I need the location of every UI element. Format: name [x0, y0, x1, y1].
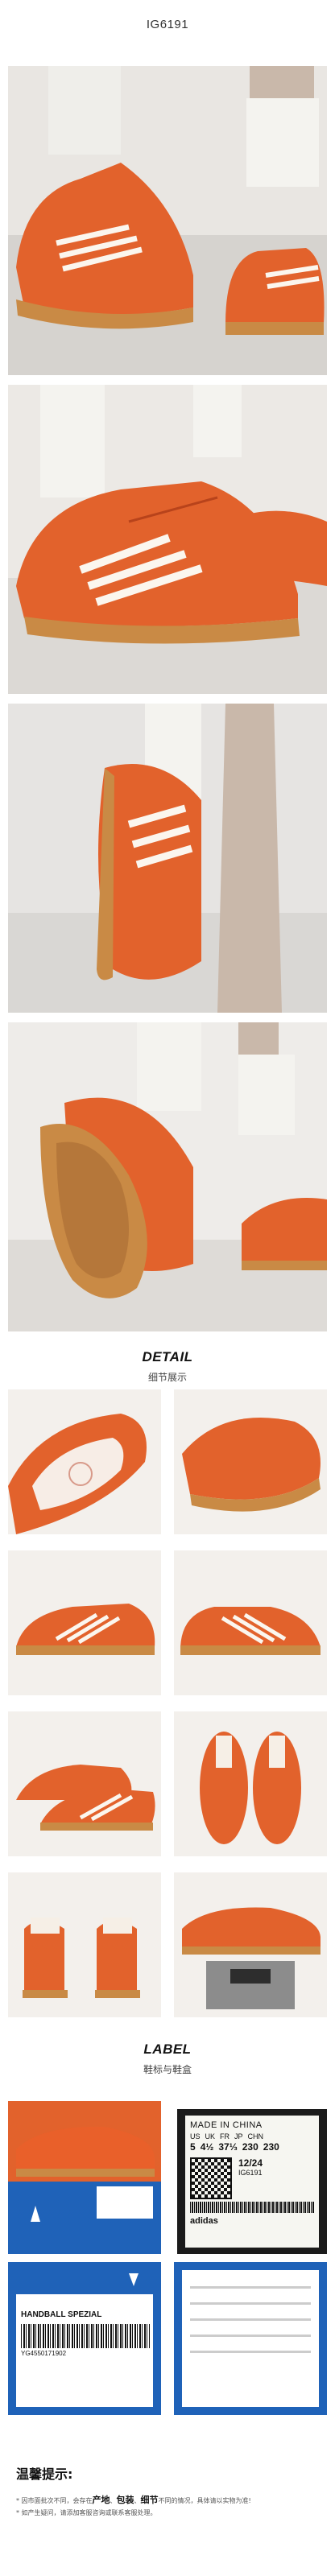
- notice-heading: 温馨提示:: [16, 2467, 73, 2482]
- notice-em-packaging: 包装: [116, 2495, 134, 2505]
- notice-line-2: * 如产生疑问，请添加客服咨询或联系客服处理。: [16, 2509, 157, 2516]
- detail-photo-insole: [8, 1389, 161, 1534]
- notice-em-details: 细节: [140, 2495, 159, 2505]
- detail-title-cn: 细节展示: [147, 1372, 187, 1383]
- notice-sep: 、: [110, 2497, 117, 2504]
- size-value: 230: [263, 2141, 279, 2153]
- detail-photo-side-left: [8, 1550, 161, 1695]
- size-header: US: [190, 2132, 201, 2140]
- notice-line-1-suffix: 不同的情况，具体请以实物为准!: [158, 2497, 251, 2504]
- size-value: 230: [242, 2141, 258, 2153]
- detail-photo-heels: [8, 1872, 161, 2017]
- product-photo-4: [8, 1022, 327, 1331]
- size-header: UK: [205, 2132, 216, 2140]
- size-header: JP: [234, 2132, 243, 2140]
- size-header: CHN: [247, 2132, 264, 2140]
- article-number: IG6191: [238, 2169, 263, 2177]
- label-title-cn: 鞋标与鞋盒: [143, 2064, 192, 2075]
- detail-photo-pair-top: [174, 1711, 327, 1856]
- label-title-en: LABEL: [143, 2041, 192, 2057]
- box-label-photo: HANDBALL SPEZIAL YG4550171902: [8, 2262, 161, 2415]
- qr-code-icon: [190, 2157, 232, 2199]
- notice-line-1: * 因市面批次不同，会存在产地、包装、细节不同的情况，具体请以实物为准!: [16, 2494, 322, 2507]
- detail-section-header: DETAIL 细节展示: [0, 1349, 335, 1384]
- label-section-header: LABEL 鞋标与鞋盒: [0, 2041, 335, 2076]
- size-value: 5: [190, 2141, 196, 2153]
- production-date: 12/24: [238, 2157, 263, 2169]
- size-value: 37⅓: [218, 2141, 238, 2153]
- barcode-graphic: [190, 2202, 314, 2213]
- box-photo-with-shoe: [8, 2101, 161, 2254]
- detail-title-en: DETAIL: [142, 1349, 193, 1364]
- box-product-name: HANDBALL SPEZIAL: [21, 2310, 102, 2319]
- shoe-tongue-label: MADE IN CHINA US UK FR JP CHN 5 4½ 37⅓ 2…: [177, 2109, 327, 2254]
- detail-photo-scale: [174, 1872, 327, 2017]
- notice-sep: 、: [134, 2497, 141, 2504]
- size-values: 5 4½ 37⅓ 230 230: [190, 2141, 314, 2153]
- detail-photo-pair-angle: [8, 1711, 161, 1856]
- detail-photo-side-right: [174, 1550, 327, 1695]
- size-headers: US UK FR JP CHN: [190, 2132, 314, 2140]
- product-code-title: IG6191: [146, 18, 189, 31]
- size-value: 4½: [200, 2141, 214, 2153]
- notice-line-1-prefix: * 因市面批次不同，会存在: [16, 2497, 93, 2504]
- box-barcode-number: YG4550171902: [21, 2350, 67, 2357]
- box-barcode-graphic: [21, 2324, 150, 2348]
- product-photo-1: [8, 66, 327, 375]
- size-header: FR: [220, 2132, 230, 2140]
- product-photo-3: [8, 704, 327, 1013]
- notice-em-origin: 产地: [92, 2495, 110, 2505]
- made-in-text: MADE IN CHINA: [190, 2120, 263, 2130]
- product-photo-2: [8, 385, 327, 694]
- detail-photo-toe: [174, 1389, 327, 1534]
- box-side-label-photo: [174, 2262, 327, 2415]
- notice-section: 温馨提示: * 因市面批次不同，会存在产地、包装、细节不同的情况，具体请以实物为…: [16, 2463, 322, 2519]
- brand-name: adidas: [190, 2216, 218, 2226]
